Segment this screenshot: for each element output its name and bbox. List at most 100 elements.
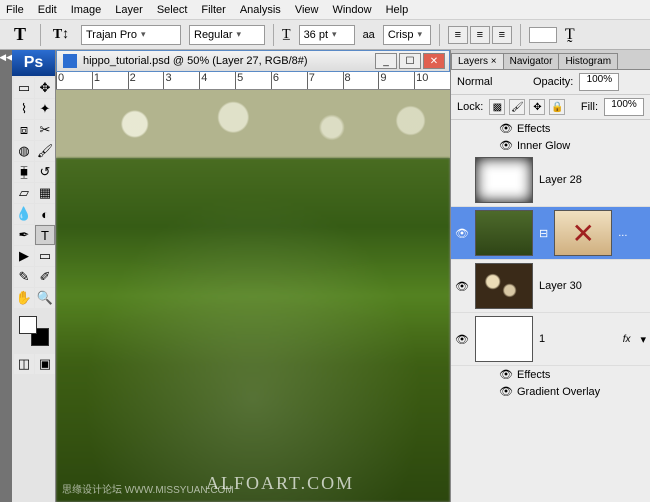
font-size-combo[interactable]: 36 pt (299, 25, 355, 45)
menu-view[interactable]: View (295, 4, 319, 16)
chevron-down-icon[interactable]: ▾ (640, 333, 646, 346)
layer-thumbnail[interactable] (475, 316, 533, 362)
menu-file[interactable]: File (6, 4, 24, 16)
opacity-field[interactable]: 100% (579, 73, 619, 91)
marquee-tool[interactable]: ▭ (14, 78, 34, 98)
link-icon[interactable]: ⊟ (539, 227, 548, 240)
menu-window[interactable]: Window (332, 4, 371, 16)
quickmask-toggle[interactable]: ◫ (14, 354, 34, 374)
visibility-icon[interactable]: 👁 (455, 333, 469, 346)
tab-histogram[interactable]: Histogram (558, 53, 618, 69)
document-titlebar[interactable]: hippo_tutorial.psd @ 50% (Layer 27, RGB/… (56, 50, 450, 72)
visibility-icon[interactable]: 👁 (499, 139, 513, 152)
layer-thumbnail[interactable] (475, 263, 533, 309)
text-color-swatch[interactable] (529, 27, 557, 43)
visibility-icon[interactable]: 👁 (499, 368, 513, 381)
fx-badge[interactable]: fx (623, 334, 635, 345)
font-style-combo[interactable]: Regular (189, 25, 265, 45)
layer-mask-thumbnail[interactable] (554, 210, 612, 256)
layer-name[interactable]: Layer 30 (539, 280, 582, 292)
canvas[interactable]: 思缘设计论坛 WWW.MISSYUAN.COM ALFOART.COM (56, 90, 450, 502)
lock-transparent-icon[interactable]: ▩ (489, 99, 505, 115)
effect-inner-glow[interactable]: 👁 Inner Glow (451, 137, 650, 154)
layer-row[interactable]: 👁 1 fx ▾ (451, 313, 650, 366)
layer-name[interactable]: 1 (539, 333, 545, 345)
clone-stamp-tool[interactable]: ⧯ (14, 162, 34, 182)
notes-tool[interactable]: ✎ (14, 267, 34, 287)
eyedropper-tool[interactable]: ✐ (35, 267, 55, 287)
layer-thumbnail[interactable] (475, 210, 533, 256)
layer-row[interactable]: 👁 Layer 30 (451, 260, 650, 313)
tab-navigator[interactable]: Navigator (503, 53, 560, 69)
blend-mode-combo[interactable]: Normal (457, 76, 527, 88)
path-selection-tool[interactable]: ▶ (14, 246, 34, 266)
effects-row[interactable]: 👁 Effects (451, 366, 650, 383)
magic-wand-tool[interactable]: ✦ (35, 99, 55, 119)
antialias-label: aa (363, 29, 375, 41)
foreground-color-swatch[interactable] (19, 316, 37, 334)
menu-edit[interactable]: Edit (38, 4, 57, 16)
warp-text-icon[interactable]: T̰ (565, 26, 575, 44)
layer-more: ... (618, 227, 627, 239)
menu-analysis[interactable]: Analysis (240, 4, 281, 16)
separator (520, 24, 521, 46)
slice-tool[interactable]: ✂ (35, 120, 55, 140)
effect-gradient-overlay[interactable]: 👁 Gradient Overlay (451, 383, 650, 400)
visibility-icon[interactable]: 👁 (455, 280, 469, 293)
menu-layer[interactable]: Layer (115, 4, 143, 16)
canvas-image-bokeh (56, 90, 450, 158)
dodge-tool[interactable]: ◐ (35, 204, 55, 224)
lock-position-icon[interactable]: ✥ (529, 99, 545, 115)
history-brush-tool[interactable]: ↺ (35, 162, 55, 182)
lock-pixels-icon[interactable]: 🖌 (509, 99, 525, 115)
document-area: hippo_tutorial.psd @ 50% (Layer 27, RGB/… (56, 50, 450, 502)
effects-row[interactable]: 👁 Effects (451, 120, 650, 137)
toolbox-collapse-handle[interactable]: ◀◀ (0, 50, 12, 502)
shape-tool[interactable]: ▭ (35, 246, 55, 266)
brush-tool[interactable]: 🖌 (35, 141, 55, 161)
pen-tool[interactable]: ✒ (14, 225, 34, 245)
gradient-tool[interactable]: ▦ (35, 183, 55, 203)
lock-all-icon[interactable]: 🔒 (549, 99, 565, 115)
layer-thumbnail[interactable] (475, 157, 533, 203)
horizontal-ruler[interactable]: 0 1 2 3 4 5 6 7 8 9 10 (56, 72, 450, 90)
zoom-tool[interactable]: 🔍 (35, 288, 55, 308)
hand-tool[interactable]: ✋ (14, 288, 34, 308)
eraser-tool[interactable]: ▱ (14, 183, 34, 203)
layer-name[interactable]: Layer 28 (539, 174, 582, 186)
tab-layers[interactable]: Layers × (451, 53, 504, 69)
align-left-button[interactable]: ≡ (448, 26, 468, 44)
layer-row-selected[interactable]: 👁 ⊟ ... (451, 207, 650, 260)
options-bar: T T↕ Trajan Pro Regular T̲ 36 pt aa Cris… (0, 20, 650, 50)
healing-brush-tool[interactable]: ◍ (14, 141, 34, 161)
menu-filter[interactable]: Filter (201, 4, 225, 16)
menu-select[interactable]: Select (157, 4, 188, 16)
close-button[interactable]: ✕ (423, 53, 445, 69)
text-orientation-icon[interactable]: T↕ (49, 23, 73, 47)
layer-row[interactable]: Layer 28 (451, 154, 650, 207)
fill-field[interactable]: 100% (604, 98, 644, 116)
ruler-mark: 10 (414, 72, 450, 89)
maximize-button[interactable]: ☐ (399, 53, 421, 69)
antialias-combo[interactable]: Crisp (383, 25, 431, 45)
visibility-icon[interactable]: 👁 (455, 227, 469, 240)
lasso-tool[interactable]: ⌇ (14, 99, 34, 119)
visibility-icon[interactable]: 👁 (499, 122, 513, 135)
type-tool[interactable]: T (35, 225, 55, 245)
blur-tool[interactable]: 💧 (14, 204, 34, 224)
watermark-logo: ALFOART.COM (206, 473, 354, 494)
crop-tool[interactable]: ⧈ (14, 120, 34, 140)
align-right-button[interactable]: ≡ (492, 26, 512, 44)
minimize-button[interactable]: _ (375, 53, 397, 69)
align-center-button[interactable]: ≡ (470, 26, 490, 44)
ruler-mark: 0 (56, 72, 92, 89)
ruler-mark: 4 (199, 72, 235, 89)
menu-image[interactable]: Image (71, 4, 102, 16)
visibility-icon[interactable]: 👁 (499, 385, 513, 398)
ruler-mark: 5 (235, 72, 271, 89)
move-tool[interactable]: ✥ (35, 78, 55, 98)
document-title: hippo_tutorial.psd @ 50% (Layer 27, RGB/… (83, 55, 308, 67)
menu-help[interactable]: Help (386, 4, 409, 16)
screenmode-toggle[interactable]: ▣ (35, 354, 55, 374)
font-family-combo[interactable]: Trajan Pro (81, 25, 181, 45)
